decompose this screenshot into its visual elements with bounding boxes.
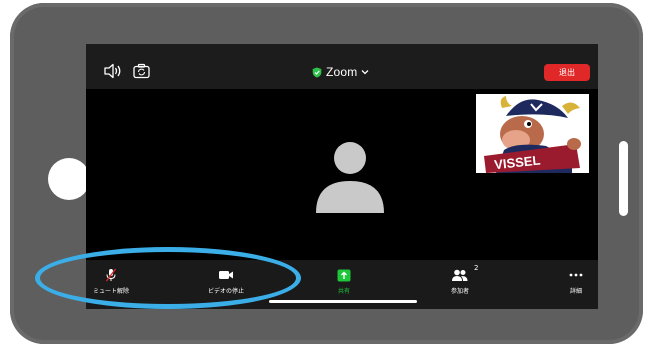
- video-camera-icon: [219, 271, 233, 279]
- home-button[interactable]: [48, 158, 90, 200]
- stop-video-label: ビデオの停止: [207, 288, 244, 295]
- leave-button[interactable]: 退出: [544, 64, 590, 81]
- participants-label: 参加者: [450, 288, 469, 295]
- participants-icon: [452, 269, 468, 281]
- shield-check-icon: [312, 67, 322, 78]
- home-indicator[interactable]: [269, 300, 417, 303]
- share-screen-icon: [337, 269, 351, 281]
- share-label: 共有: [337, 288, 350, 295]
- more-dots-icon: [569, 273, 583, 277]
- camera-switch-icon[interactable]: [133, 63, 150, 79]
- more-button[interactable]: 詳細: [560, 260, 592, 309]
- chevron-down-icon: [362, 70, 369, 75]
- top-bar: Zoom 退出: [86, 44, 598, 89]
- speaker-icon[interactable]: [104, 63, 122, 79]
- participants-button[interactable]: 参加者 2: [442, 260, 478, 309]
- microphone-muted-icon: [105, 268, 117, 282]
- participant-avatar-icon: [316, 142, 384, 213]
- meeting-title-text: Zoom: [326, 65, 358, 79]
- meeting-title[interactable]: Zoom: [312, 64, 369, 80]
- self-video-thumbnail[interactable]: VISSEL: [476, 94, 589, 173]
- participants-count-badge: 2: [474, 264, 479, 272]
- more-label: 詳細: [569, 288, 582, 295]
- mascot-image: VISSEL: [476, 94, 589, 173]
- side-button: [619, 141, 628, 216]
- zoom-meeting-screen: Zoom 退出 VISSEL ミュート解除 ビデオの停止 共有 参加者 2 詳細: [86, 44, 598, 309]
- unmute-label: ミュート解除: [92, 288, 129, 295]
- stop-video-button[interactable]: ビデオの停止: [201, 260, 251, 309]
- unmute-button[interactable]: ミュート解除: [86, 260, 136, 309]
